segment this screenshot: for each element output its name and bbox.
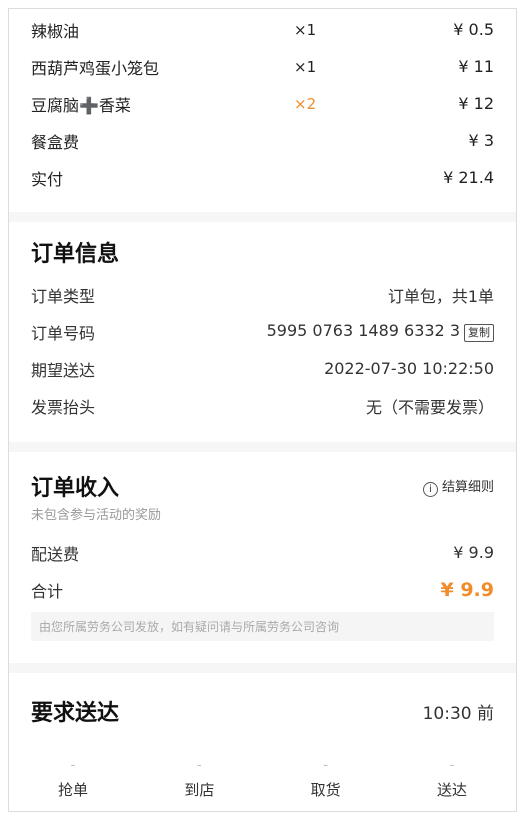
copy-button[interactable]: 复制 bbox=[464, 324, 494, 342]
invoice-row: 发票抬头 无（不需要发票） bbox=[31, 387, 494, 424]
step-label: 送达 bbox=[436, 781, 467, 799]
step-arrive-store: - 到店 bbox=[159, 759, 239, 800]
item-name: 辣椒油 bbox=[31, 21, 80, 41]
payment-notice: 由您所属劳务公司发放，如有疑问请与所属劳务公司咨询 bbox=[31, 612, 494, 641]
list-item: 西葫芦鸡蛋小笼包 ×1 ¥ 11 bbox=[31, 48, 494, 85]
delivery-deadline: 10:30 前 bbox=[422, 703, 494, 724]
step-delivered: - 送达 bbox=[412, 759, 492, 800]
delivery-title: 要求送达 bbox=[31, 701, 120, 726]
paid-label: 实付 bbox=[31, 169, 64, 189]
order-number: 5995 0763 1489 6332 3 bbox=[266, 321, 460, 340]
item-price: ¥ 0.5 bbox=[453, 20, 494, 39]
order-info-section: 订单信息 订单类型 订单包，共1单 订单号码 5995 0763 1489 63… bbox=[31, 222, 494, 424]
step-label: 到店 bbox=[184, 781, 215, 799]
step-time: - bbox=[196, 758, 202, 773]
paid-value: ¥ 21.4 bbox=[443, 168, 494, 187]
paid-row: 实付 ¥ 21.4 bbox=[31, 159, 494, 196]
progress-steps: - 抢单 - 到店 - 取货 - 送达 bbox=[31, 759, 494, 800]
box-fee-value: ¥ 3 bbox=[468, 131, 494, 150]
item-quantity: ×2 bbox=[294, 94, 317, 113]
item-quantity: ×1 bbox=[294, 57, 317, 76]
order-number-row: 订单号码 5995 0763 1489 6332 3 复制 bbox=[31, 313, 494, 350]
box-fee-label: 餐盒费 bbox=[31, 132, 80, 152]
income-section: 订单收入 i 结算细则 未包含参与活动的奖励 配送费 ¥ 9.9 合计 ¥ 9.9… bbox=[31, 452, 494, 641]
total-row: 合计 ¥ 9.9 bbox=[31, 571, 494, 608]
step-label: 抢单 bbox=[57, 781, 88, 799]
order-content: 辣椒油 ×1 ¥ 0.5 西葫芦鸡蛋小笼包 ×1 ¥ 11 豆腐脑➕香菜 ×2 … bbox=[9, 9, 516, 800]
step-time: - bbox=[70, 758, 76, 773]
section-divider bbox=[9, 663, 516, 673]
delivery-fee-label: 配送费 bbox=[31, 544, 80, 564]
item-price: ¥ 12 bbox=[458, 94, 494, 113]
expected-delivery-row: 期望送达 2022-07-30 10:22:50 bbox=[31, 350, 494, 387]
section-divider bbox=[9, 212, 516, 222]
step-label: 取货 bbox=[310, 781, 341, 799]
step-time: - bbox=[323, 758, 328, 773]
item-name: 西葫芦鸡蛋小笼包 bbox=[31, 58, 160, 78]
order-type-row: 订单类型 订单包，共1单 bbox=[31, 276, 494, 313]
delivery-fee-row: 配送费 ¥ 9.9 bbox=[31, 534, 494, 571]
info-label: 发票抬头 bbox=[31, 397, 96, 417]
total-amount: ¥ 9.9 bbox=[440, 578, 495, 601]
item-name: 豆腐脑➕香菜 bbox=[31, 95, 131, 115]
step-time: - bbox=[449, 758, 455, 773]
order-detail-panel: 辣椒油 ×1 ¥ 0.5 西葫芦鸡蛋小笼包 ×1 ¥ 11 豆腐脑➕香菜 ×2 … bbox=[8, 8, 517, 812]
delivery-fee-value: ¥ 9.9 bbox=[453, 543, 494, 562]
step-pickup: - 取货 bbox=[286, 759, 366, 800]
delivery-section: 要求送达 10:30 前 - 抢单 - 到店 - 取货 - 送达 bbox=[31, 673, 494, 800]
info-label: 期望送达 bbox=[31, 360, 96, 380]
info-value: 2022-07-30 10:22:50 bbox=[324, 359, 494, 378]
section-divider bbox=[9, 442, 516, 452]
item-price: ¥ 11 bbox=[458, 57, 494, 76]
income-subtitle: 未包含参与活动的奖励 bbox=[31, 508, 162, 523]
settlement-rules-link[interactable]: i 结算细则 bbox=[422, 476, 494, 497]
total-label: 合计 bbox=[31, 581, 64, 601]
item-quantity: ×1 bbox=[294, 20, 317, 39]
step-grab-order: - 抢单 bbox=[33, 759, 113, 800]
info-value: 订单包，共1单 bbox=[387, 286, 494, 306]
info-label: 订单号码 bbox=[31, 323, 96, 343]
info-icon: i bbox=[422, 481, 438, 497]
item-list: 辣椒油 ×1 ¥ 0.5 西葫芦鸡蛋小笼包 ×1 ¥ 11 豆腐脑➕香菜 ×2 … bbox=[31, 9, 494, 196]
list-item: 辣椒油 ×1 ¥ 0.5 bbox=[31, 11, 494, 48]
order-info-title: 订单信息 bbox=[31, 242, 120, 267]
info-label: 订单类型 bbox=[31, 286, 96, 306]
income-title: 订单收入 bbox=[31, 476, 120, 501]
box-fee-row: 餐盒费 ¥ 3 bbox=[31, 122, 494, 159]
settlement-rules-label: 结算细则 bbox=[441, 479, 494, 495]
list-item: 豆腐脑➕香菜 ×2 ¥ 12 bbox=[31, 85, 494, 122]
info-value: 无（不需要发票） bbox=[365, 397, 494, 417]
